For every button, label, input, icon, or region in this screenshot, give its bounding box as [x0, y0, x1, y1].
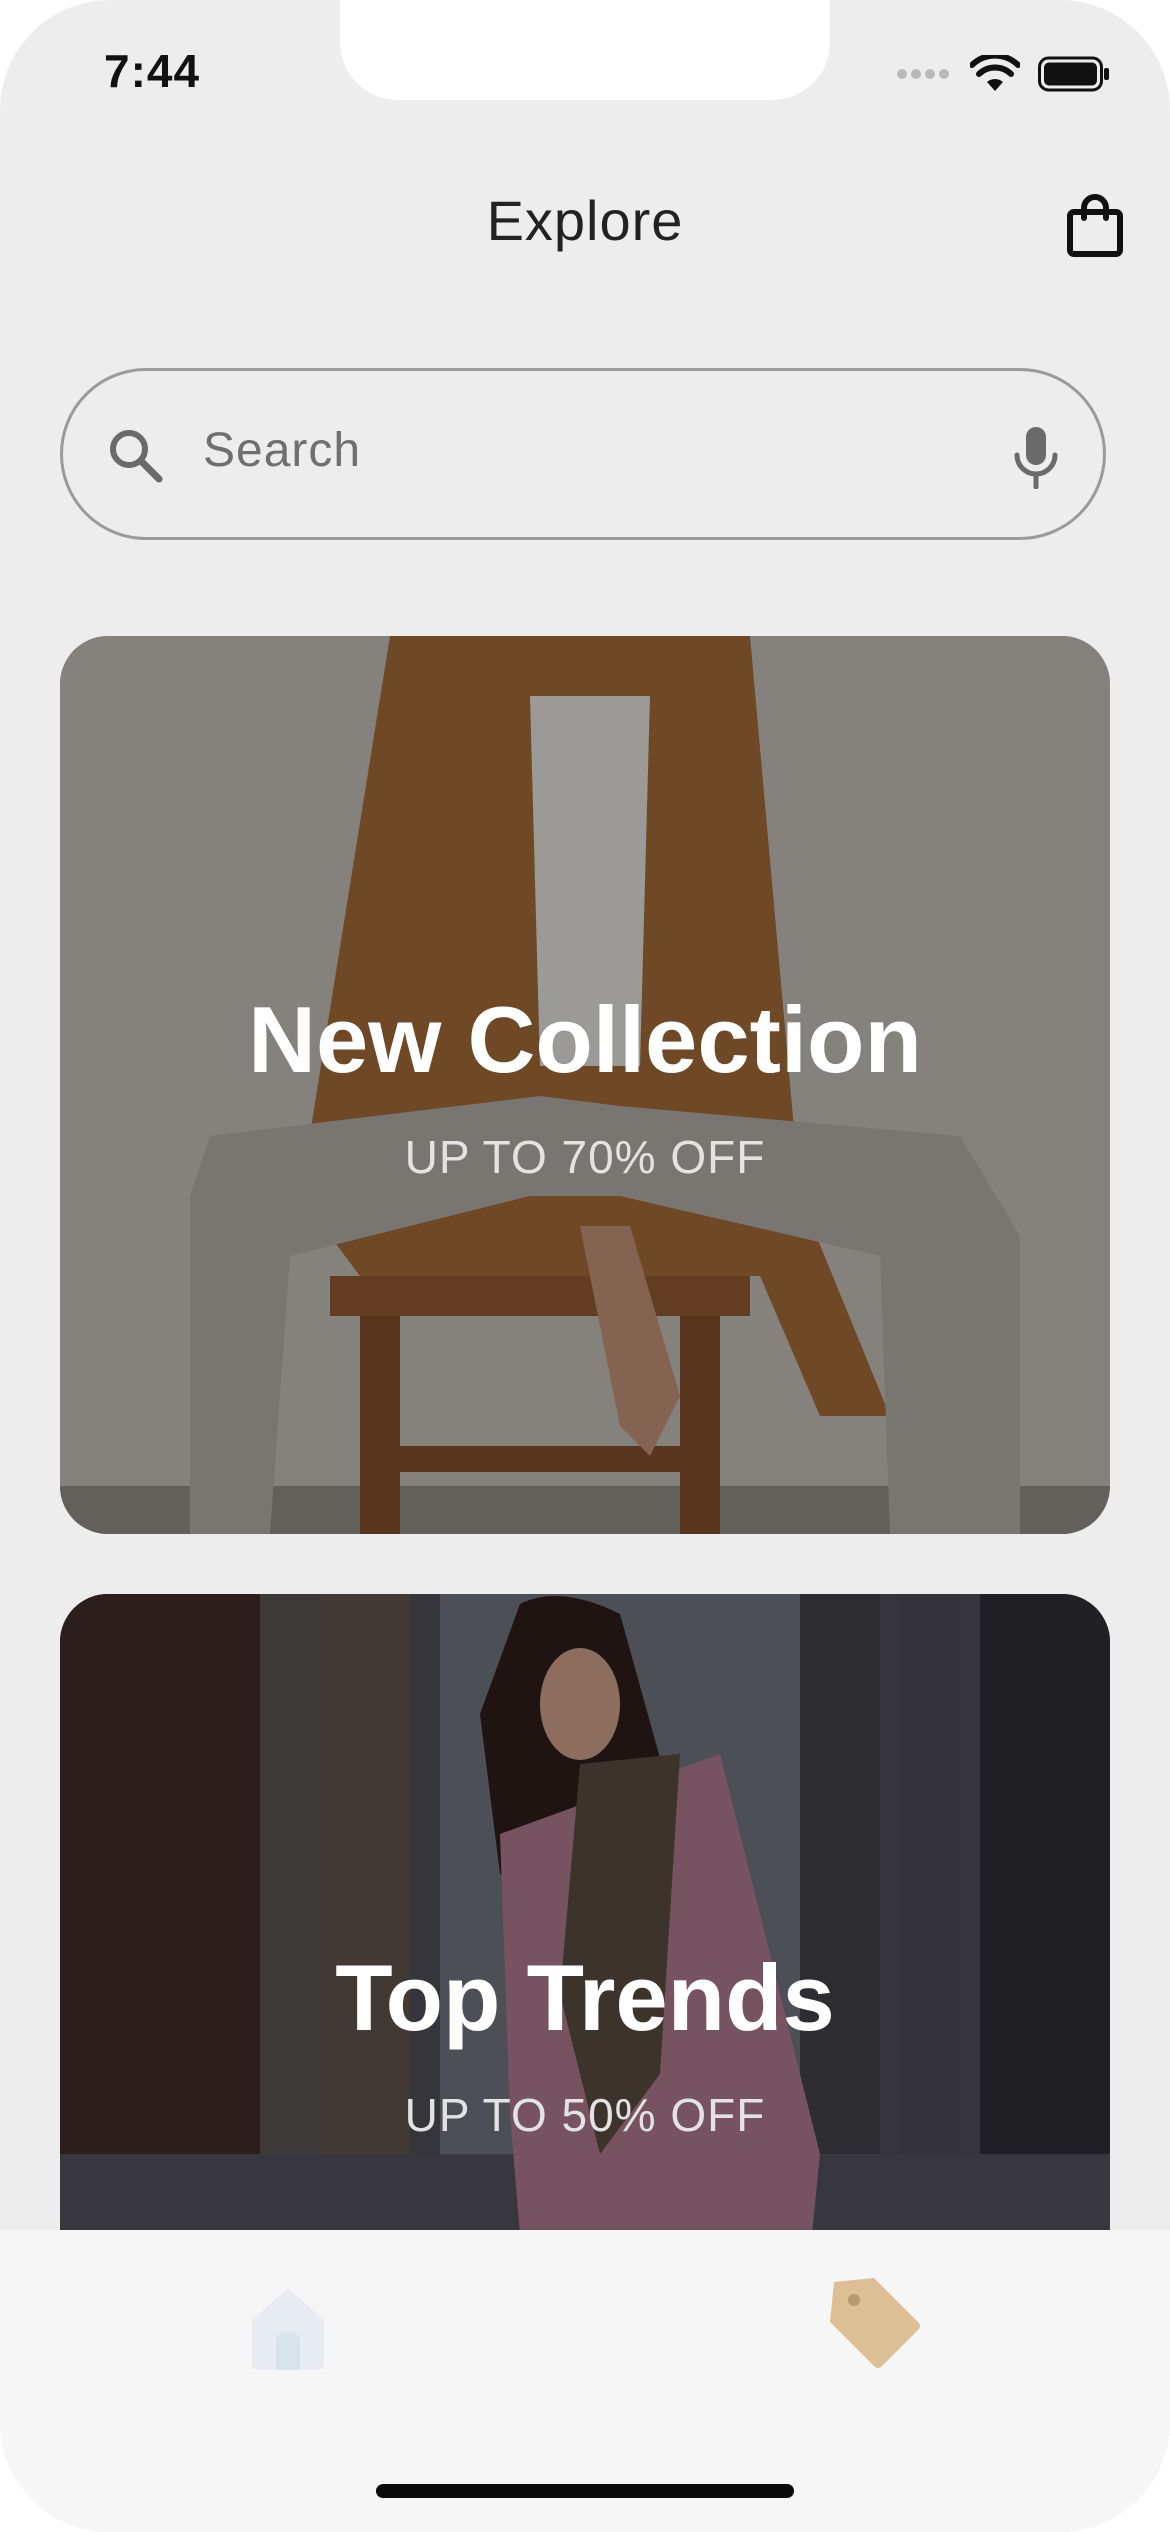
shopping-bag-icon[interactable]: [1066, 194, 1124, 258]
status-icons: [896, 54, 1110, 94]
status-time: 7:44: [104, 45, 201, 97]
card-subtitle: UP TO 50% OFF: [404, 2089, 766, 2141]
card-subtitle: UP TO 70% OFF: [404, 1131, 766, 1183]
page-title: Explore: [486, 189, 684, 252]
card-title: New Collection: [248, 987, 922, 1092]
home-icon[interactable]: [246, 2282, 330, 2372]
device-notch: [340, 0, 830, 100]
wifi-icon: [970, 55, 1020, 91]
search-icon: [110, 430, 163, 483]
app-screen: 7:44 Explore Search New Collection UP TO…: [0, 0, 1170, 2532]
microphone-icon[interactable]: [1011, 427, 1061, 489]
home-indicator: [376, 2484, 794, 2498]
signal-dots-icon: [897, 69, 949, 79]
collection-card[interactable]: New Collection UP TO 70% OFF: [60, 636, 1110, 1534]
battery-icon: [1038, 56, 1109, 92]
search-bar[interactable]: Search: [60, 368, 1106, 540]
search-input[interactable]: Search: [203, 423, 361, 478]
card-title: Top Trends: [335, 1945, 835, 2050]
tag-icon[interactable]: [826, 2274, 922, 2370]
